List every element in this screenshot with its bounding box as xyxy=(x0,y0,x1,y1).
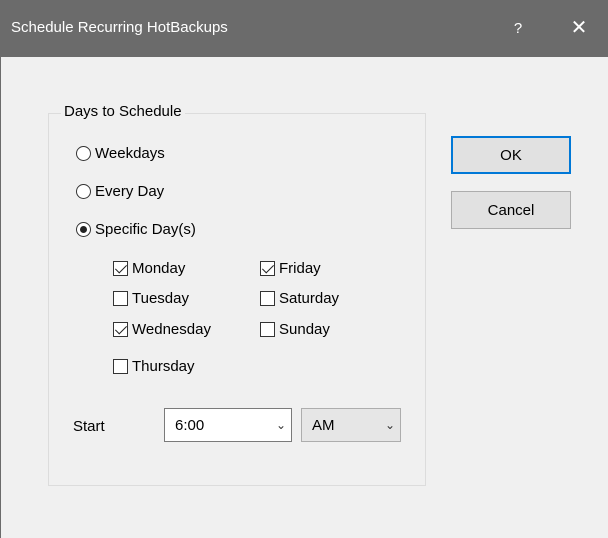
help-button[interactable]: ? xyxy=(495,0,541,57)
checkbox-thursday-label: Thursday xyxy=(132,358,195,375)
groupbox-title: Days to Schedule xyxy=(61,103,185,120)
checkbox-indicator-checked xyxy=(260,261,275,276)
cancel-button[interactable]: Cancel xyxy=(451,191,571,229)
radio-specific-days-label: Specific Day(s) xyxy=(95,221,196,238)
checkbox-indicator xyxy=(113,359,128,374)
checkbox-friday[interactable]: Friday xyxy=(260,260,321,277)
radio-weekdays[interactable]: Weekdays xyxy=(76,145,165,162)
dialog-window: Schedule Recurring HotBackups ? ✕ Days t… xyxy=(0,0,608,538)
checkbox-friday-label: Friday xyxy=(279,260,321,277)
radio-specific-days[interactable]: Specific Day(s) xyxy=(76,221,196,238)
checkbox-tuesday[interactable]: Tuesday xyxy=(113,290,189,307)
checkbox-sunday-label: Sunday xyxy=(279,321,330,338)
checkbox-indicator-checked xyxy=(113,261,128,276)
checkbox-wednesday[interactable]: Wednesday xyxy=(113,321,211,338)
checkbox-indicator xyxy=(260,322,275,337)
close-button[interactable]: ✕ xyxy=(556,0,602,57)
radio-every-day[interactable]: Every Day xyxy=(76,183,164,200)
checkbox-thursday[interactable]: Thursday xyxy=(113,358,195,375)
radio-weekdays-label: Weekdays xyxy=(95,145,165,162)
ampm-dropdown[interactable]: AM ⌄ xyxy=(301,408,401,442)
checkbox-indicator xyxy=(113,291,128,306)
checkbox-monday[interactable]: Monday xyxy=(113,260,185,277)
title-bar: Schedule Recurring HotBackups ? ✕ xyxy=(1,0,608,57)
radio-every-day-label: Every Day xyxy=(95,183,165,200)
radio-indicator-selected xyxy=(76,222,91,237)
checkbox-indicator xyxy=(260,291,275,306)
start-time-value: 6:00 xyxy=(175,416,205,434)
checkbox-sunday[interactable]: Sunday xyxy=(260,321,330,338)
start-time-dropdown[interactable]: 6:00 ⌄ xyxy=(164,408,292,442)
checkbox-saturday-label: Saturday xyxy=(279,290,340,307)
checkbox-wednesday-label: Wednesday xyxy=(132,321,211,338)
chevron-down-icon: ⌄ xyxy=(384,418,396,432)
radio-indicator xyxy=(76,184,91,199)
ampm-value: AM xyxy=(312,416,335,434)
checkbox-monday-label: Monday xyxy=(132,260,186,277)
chevron-down-icon: ⌄ xyxy=(275,418,287,432)
checkbox-saturday[interactable]: Saturday xyxy=(260,290,339,307)
checkbox-tuesday-label: Tuesday xyxy=(132,290,189,307)
radio-indicator xyxy=(76,146,91,161)
start-label: Start xyxy=(73,418,105,435)
window-title: Schedule Recurring HotBackups xyxy=(11,19,228,36)
ok-button[interactable]: OK xyxy=(451,136,571,174)
checkbox-indicator-checked xyxy=(113,322,128,337)
